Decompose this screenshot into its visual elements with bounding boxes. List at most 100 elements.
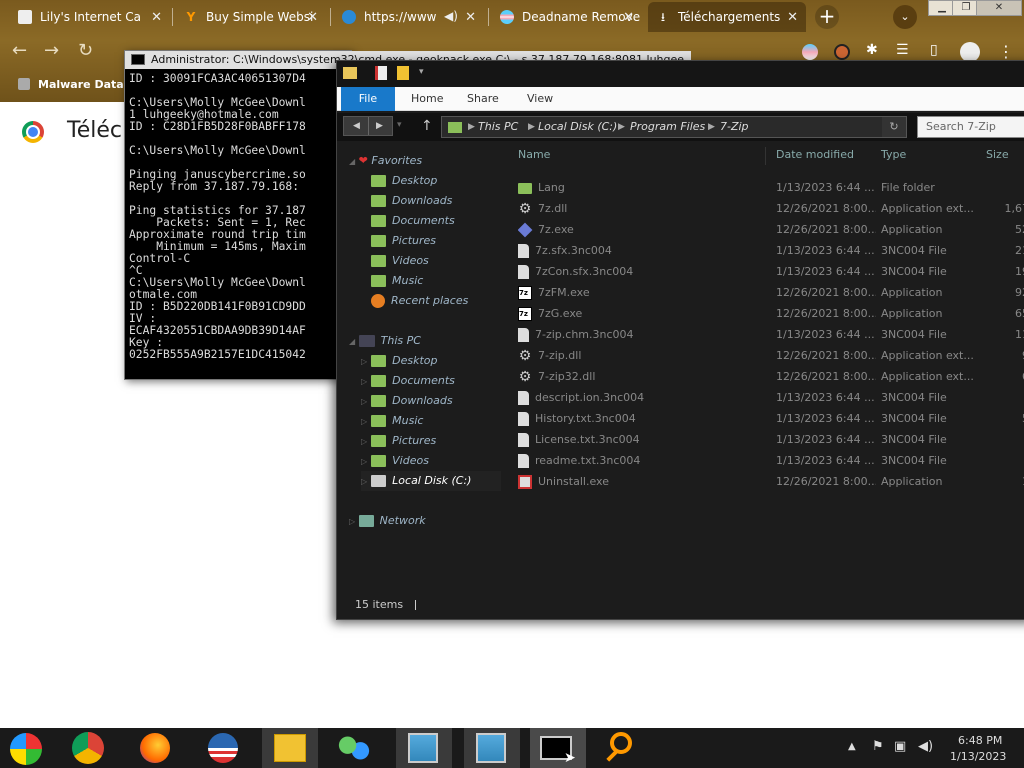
file-row[interactable]: ⚙ 7-zip.dll 12/26/2021 8:00... Application … [513, 345, 1024, 366]
file-row[interactable]: ⚙ 7z.dll 12/26/2021 8:00... Application ext… [513, 198, 1024, 219]
back-forward-buttons[interactable]: ◀ ▶ [343, 116, 393, 136]
forward-icon[interactable]: → [44, 42, 59, 60]
new-tab-button[interactable]: + [815, 5, 839, 29]
close-icon[interactable]: ✕ [465, 10, 476, 25]
file-row[interactable]: License.txt.3nc004 1/13/2023 6:44 ... 3NC0… [513, 429, 1024, 450]
chevron-right-icon[interactable]: ▷ [361, 377, 367, 386]
close-icon[interactable]: ✕ [787, 10, 798, 25]
nav-fav-recent-places[interactable]: Recent places [371, 291, 468, 311]
nav-pc-downloads[interactable]: ▷ Downloads [361, 391, 453, 411]
nav-fav-documents[interactable]: Documents [371, 211, 455, 231]
column-date-modified[interactable]: Date modified [776, 141, 854, 169]
chevron-right-icon[interactable]: ▷ [361, 437, 367, 446]
tab-https[interactable]: https://www ◀) ✕ [334, 2, 484, 32]
chevron-down-icon[interactable]: ▾ [419, 67, 424, 77]
network-tray-icon[interactable]: ▣ [894, 739, 906, 754]
file-row[interactable]: History.txt.3nc004 1/13/2023 6:44 ... 3NC0… [513, 408, 1024, 429]
taskbar-search[interactable] [598, 728, 654, 768]
nav-pc-pictures[interactable]: ▷ Pictures [361, 431, 436, 451]
nav-pc-local-disk-c-[interactable]: ▷ Local Disk (C:) [361, 471, 501, 491]
nav-pc-documents[interactable]: ▷ Documents [361, 371, 455, 391]
file-row[interactable]: 7z.sfx.3nc004 1/13/2023 6:44 ... 3NC004 Fi… [513, 240, 1024, 261]
chevron-right-icon[interactable]: ▷ [361, 477, 367, 486]
nav-favorites[interactable]: ◢ ❤ Favorites [349, 151, 422, 171]
tab-lilys[interactable]: Lily's Internet Ca ✕ [10, 2, 170, 32]
nav-this-pc[interactable]: ◢ This PC [349, 331, 421, 351]
extensions-icon[interactable]: ✱ [866, 42, 878, 58]
tab-view[interactable]: View [517, 87, 563, 111]
chevron-right-icon[interactable]: ▷ [361, 357, 367, 366]
taskbar-chrome[interactable] [60, 728, 116, 768]
chevron-right-icon[interactable]: ▷ [361, 397, 367, 406]
nav-pc-desktop[interactable]: ▷ Desktop [361, 351, 438, 371]
tab-file[interactable]: File [341, 87, 395, 111]
nav-fav-desktop[interactable]: Desktop [371, 171, 437, 191]
nav-fav-downloads[interactable]: Downloads [371, 191, 452, 211]
column-name[interactable]: Name [518, 141, 550, 169]
clock-time[interactable]: 6:48 PM [958, 734, 1002, 747]
extension-avatar-icon[interactable] [834, 44, 850, 60]
speaker-icon[interactable]: ◀) [444, 9, 458, 23]
file-row[interactable]: 7z 7zFM.exe 12/26/2021 8:00... Application 9… [513, 282, 1024, 303]
taskbar-network-app[interactable] [326, 728, 382, 768]
reload-icon[interactable]: ↻ [78, 42, 93, 60]
cmd-output[interactable]: ID : 30091FCA3AC40651307D4 C:\Users\Molly… [129, 73, 353, 379]
tab-telechargements[interactable]: ⭳ Téléchargements ✕ [648, 2, 806, 32]
nav-fav-music[interactable]: Music [371, 271, 423, 291]
file-row[interactable]: 7zCon.sfx.3nc004 1/13/2023 6:44 ... 3NC004… [513, 261, 1024, 282]
nav-pc-music[interactable]: ▷ Music [361, 411, 423, 431]
menu-icon[interactable]: ⋮ [998, 42, 1014, 61]
up-arrow-icon[interactable]: ↑ [421, 118, 433, 134]
refresh-icon[interactable]: ↻ [882, 117, 906, 137]
action-center-icon[interactable]: ⚑ [872, 739, 884, 754]
breadcrumb-program-files[interactable]: Program Files [630, 117, 705, 137]
taskbar-remote-1[interactable] [396, 728, 452, 768]
start-button[interactable] [0, 728, 56, 768]
taskbar-obama-logo[interactable] [196, 728, 252, 768]
reading-list-icon[interactable]: ☰ [896, 42, 909, 58]
nav-network[interactable]: ▷ Network [349, 511, 426, 531]
chevron-down-icon[interactable]: ◢ [349, 157, 355, 166]
close-icon[interactable]: ✕ [623, 10, 634, 25]
file-row[interactable]: 7z 7zG.exe 12/26/2021 8:00... Application 65… [513, 303, 1024, 324]
profile-avatar[interactable] [960, 42, 980, 62]
file-row[interactable]: ⚙ 7-zip32.dll 12/26/2021 8:00... Applicatio… [513, 366, 1024, 387]
tab-share[interactable]: Share [457, 87, 509, 111]
tab-buy-simple[interactable]: Y Buy Simple Websi ✕ [176, 2, 326, 32]
cmd-window[interactable]: Administrator: C:\Windows\system32\cmd.e… [124, 50, 691, 380]
tab-home[interactable]: Home [401, 87, 453, 111]
taskbar-firefox[interactable] [128, 728, 184, 768]
search-input[interactable]: Search 7-Zip [917, 116, 1024, 138]
close-window-button[interactable]: ✕ [976, 0, 1022, 16]
close-icon[interactable]: ✕ [151, 10, 162, 25]
properties-icon[interactable] [375, 66, 387, 80]
recent-locations-icon[interactable]: ▾ [397, 120, 402, 130]
extension-flag-icon[interactable] [802, 44, 818, 60]
chevron-right-icon[interactable]: ▷ [361, 417, 367, 426]
clock-date[interactable]: 1/13/2023 [950, 750, 1006, 763]
nav-pc-videos[interactable]: ▷ Videos [361, 451, 429, 471]
file-row[interactable]: descript.ion.3nc004 1/13/2023 6:44 ... 3NC… [513, 387, 1024, 408]
file-row[interactable]: Uninstall.exe 12/26/2021 8:00... Applicati… [513, 471, 1024, 492]
taskbar-cmd[interactable]: ➤ [530, 728, 586, 768]
breadcrumb-local-disk[interactable]: Local Disk (C:) [538, 117, 617, 137]
nav-fav-videos[interactable]: Videos [371, 251, 429, 271]
forward-icon[interactable]: ▶ [376, 121, 383, 131]
new-folder-icon[interactable] [397, 66, 409, 80]
file-row[interactable]: 7-zip.chm.3nc004 1/13/2023 6:44 ... 3NC004… [513, 324, 1024, 345]
close-icon[interactable]: ✕ [307, 10, 318, 25]
breadcrumb-7zip[interactable]: 7-Zip [720, 117, 749, 137]
tab-search-button[interactable]: ⌄ [893, 5, 917, 29]
breadcrumb-this-pc[interactable]: This PC [478, 117, 518, 137]
column-size[interactable]: Size [986, 141, 1009, 169]
column-type[interactable]: Type [881, 141, 906, 169]
file-row[interactable]: readme.txt.3nc004 1/13/2023 6:44 ... 3NC00… [513, 450, 1024, 471]
explorer-window[interactable]: ▾ File Home Share View ◀ ▶ ▾ ↑ ▶ This PC… [336, 60, 1024, 620]
side-panel-icon[interactable]: ▯ [930, 42, 938, 58]
taskbar-file-explorer[interactable] [262, 728, 318, 768]
file-row[interactable]: Lang 1/13/2023 6:44 ... File folder [513, 177, 1024, 198]
taskbar-remote-2[interactable] [464, 728, 520, 768]
volume-icon[interactable]: ◀) [918, 739, 933, 754]
back-icon[interactable]: ◀ [353, 121, 360, 131]
file-row[interactable]: 7z.exe 12/26/2021 8:00... Application 523 [513, 219, 1024, 240]
